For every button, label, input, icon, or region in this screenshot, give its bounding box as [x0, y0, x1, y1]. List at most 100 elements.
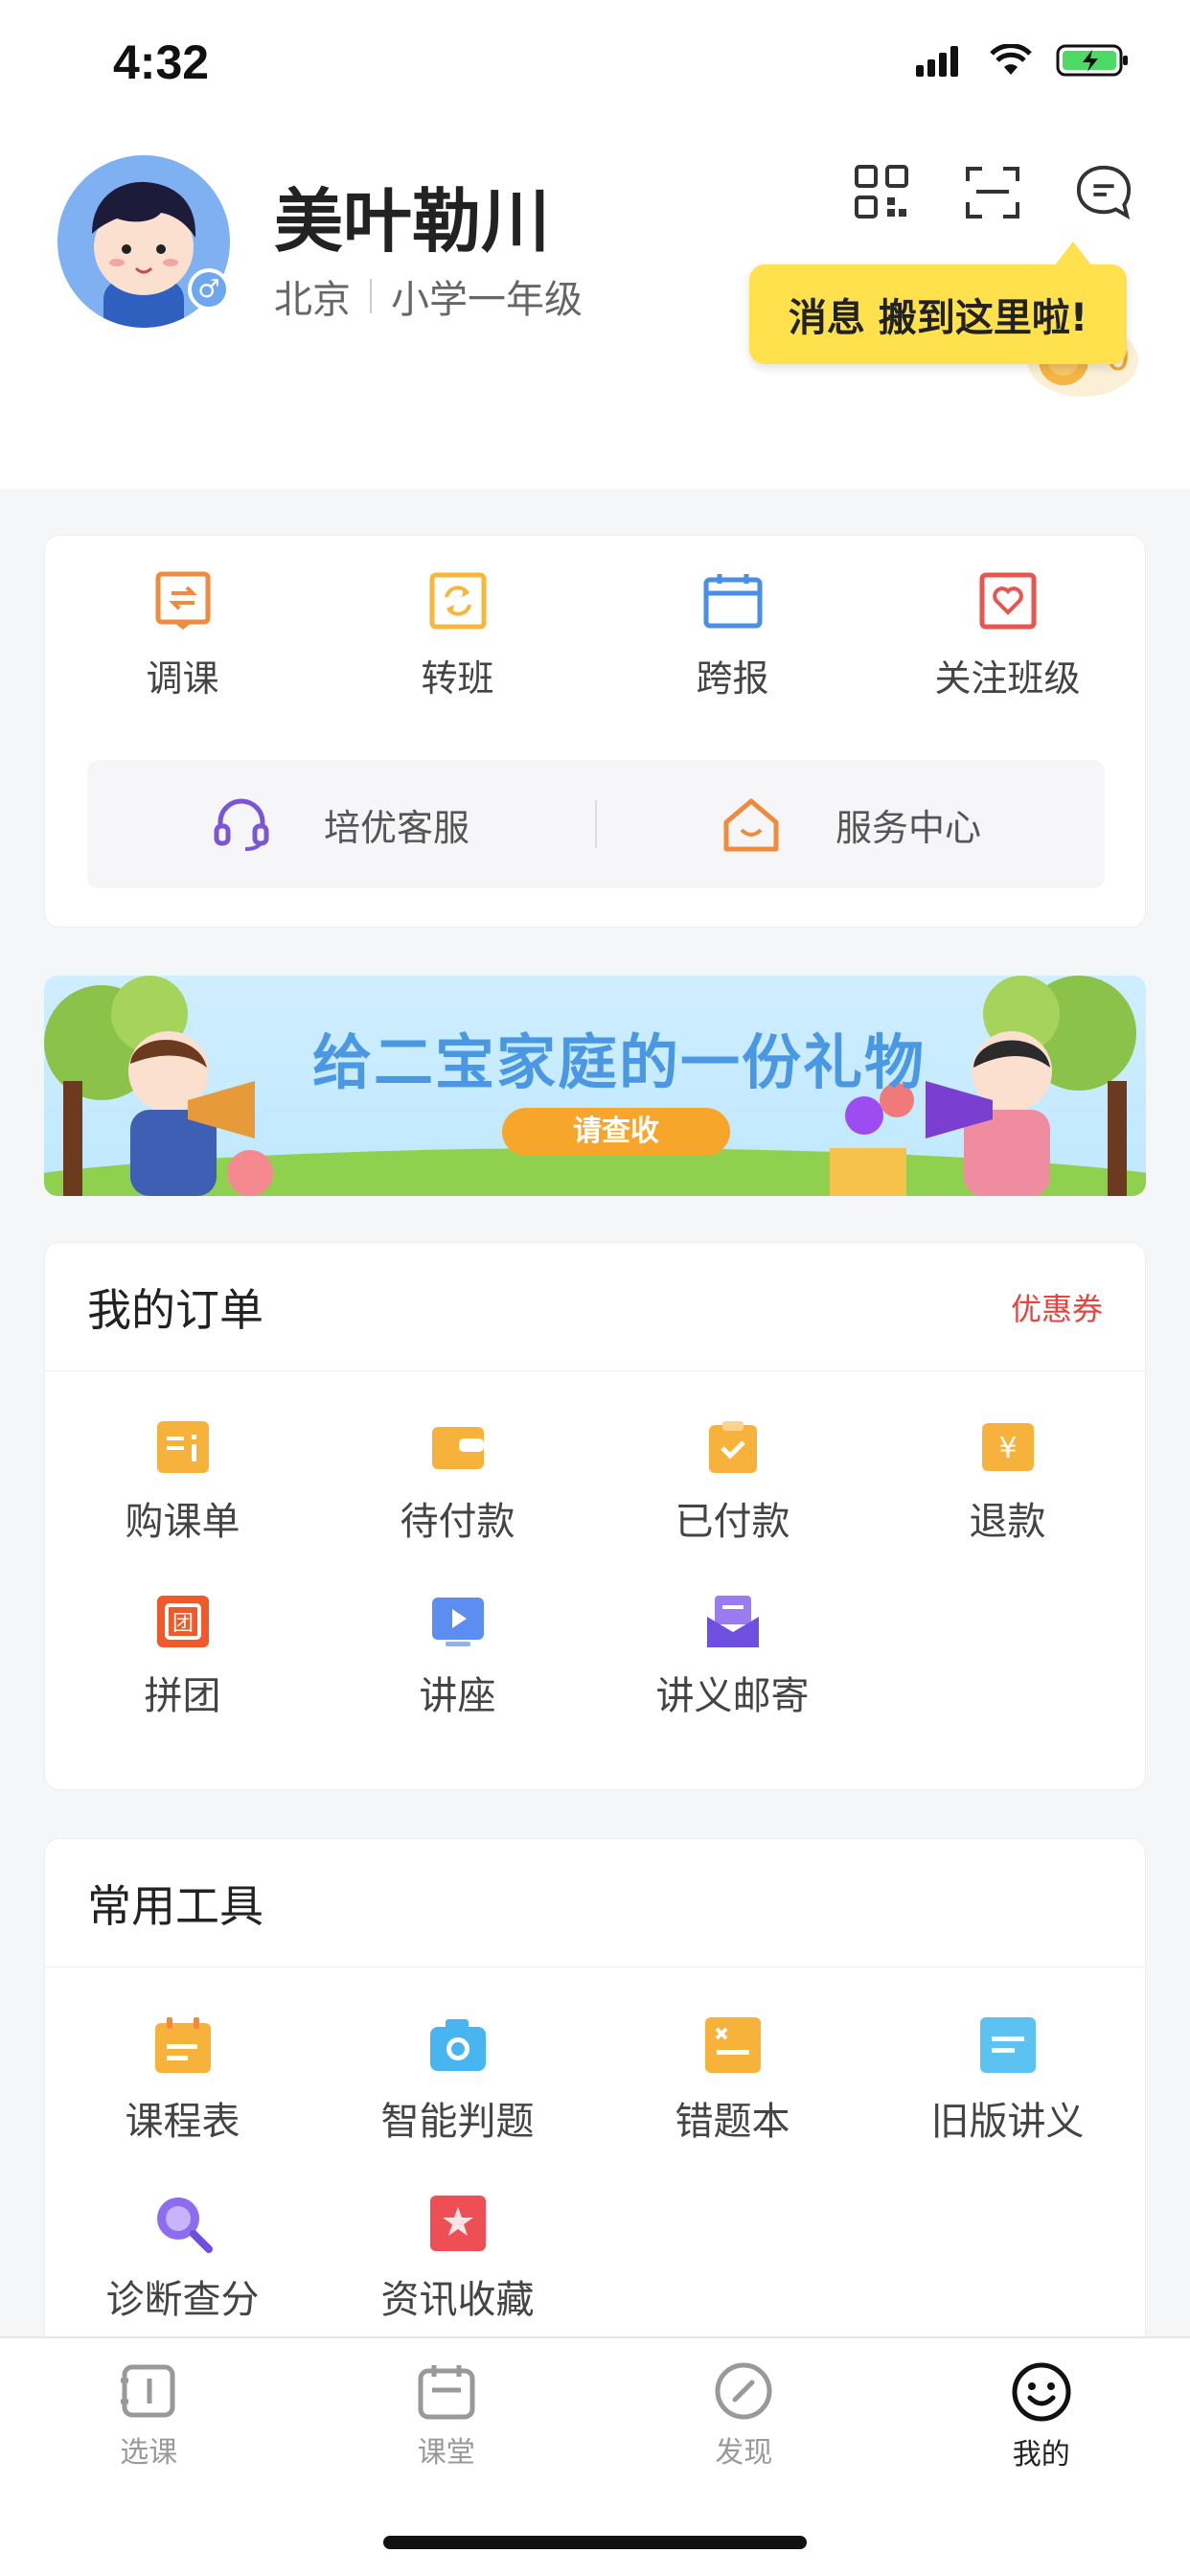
order-label: 已付款 — [675, 1500, 790, 1544]
order-paid[interactable]: 已付款 — [595, 1419, 870, 1546]
order-lecture[interactable]: 讲座 — [320, 1594, 595, 1720]
old-handout-icon — [979, 2017, 1036, 2073]
star-favorite-icon — [429, 2196, 486, 2251]
scan-button[interactable] — [964, 163, 1021, 220]
order-label: 待付款 — [400, 1500, 515, 1544]
quick-action-adjust[interactable]: 调课 — [45, 570, 320, 702]
smile-profile-icon — [1012, 2362, 1071, 2422]
order-handout-mail[interactable]: 讲义邮寄 — [595, 1594, 870, 1720]
heart-card-icon — [979, 572, 1036, 630]
service-bar: 培优客服 服务中心 — [87, 760, 1105, 888]
service-center-button[interactable]: 服务中心 — [597, 795, 1105, 853]
order-refund[interactable]: ¥ 退款 — [870, 1419, 1145, 1546]
customer-support-label: 培优客服 — [323, 806, 469, 849]
schedule-icon — [154, 2017, 211, 2073]
order-group-buy[interactable]: 团 拼团 — [45, 1594, 320, 1720]
tools-row-2: 诊断查分 资讯收藏 — [45, 2146, 1145, 2324]
user-city: 北京 — [274, 278, 351, 322]
paid-check-icon — [708, 1421, 757, 1473]
user-name[interactable]: 美叶勒川 — [274, 165, 550, 265]
status-bar: 4:32 — [0, 0, 1190, 125]
group-buy-icon: 团 — [156, 1596, 209, 1647]
tool-old-handout[interactable]: 旧版讲义 — [870, 2015, 1145, 2146]
message-button[interactable] — [1075, 163, 1133, 220]
signal-icon — [916, 46, 958, 77]
tab-label: 选课 — [120, 2436, 178, 2470]
service-center-label: 服务中心 — [835, 806, 981, 849]
order-label: 退款 — [969, 1500, 1046, 1544]
banner-title: 给二宝家庭的一份礼物 — [311, 1027, 926, 1097]
quick-action-label: 调课 — [146, 657, 219, 700]
tool-smart-grading[interactable]: 智能判题 — [320, 2015, 595, 2146]
coupon-link[interactable]: 优惠券 — [1011, 1285, 1103, 1329]
quick-action-label: 转班 — [421, 657, 494, 700]
svg-text:团: 团 — [172, 1612, 193, 1636]
tab-course-select[interactable]: 选课 — [0, 2361, 298, 2472]
message-icon — [1076, 165, 1132, 220]
tool-wrong-book[interactable]: 错题本 — [595, 2015, 870, 2146]
tab-label: 发现 — [715, 2436, 773, 2470]
tools-title: 常用工具 — [87, 1879, 263, 1932]
qr-code-icon — [855, 165, 908, 218]
message-moved-tooltip[interactable]: 消息 搬到这里啦! — [749, 242, 1127, 364]
camera-icon — [429, 2019, 486, 2071]
tool-diagnose-score[interactable]: 诊断查分 — [45, 2194, 320, 2324]
adjust-class-icon — [155, 571, 210, 630]
tool-label: 旧版讲义 — [930, 2100, 1085, 2144]
tool-label: 错题本 — [675, 2100, 790, 2144]
quick-action-transfer[interactable]: 转班 — [320, 570, 595, 702]
quick-actions-row: 调课 转班 跨报 关注班级 — [45, 536, 1145, 702]
wifi-icon — [990, 44, 1032, 75]
order-label: 讲座 — [419, 1674, 496, 1718]
tool-label: 课程表 — [125, 2100, 240, 2144]
qr-code-button[interactable] — [853, 163, 910, 220]
svg-text:¥: ¥ — [998, 1432, 1017, 1465]
orders-row-1: 购课单 待付款 已付款 ¥ 退款 — [45, 1371, 1145, 1546]
tab-label: 我的 — [1012, 2438, 1070, 2472]
quick-action-follow-class[interactable]: 关注班级 — [870, 570, 1145, 702]
refund-yen-icon: ¥ — [981, 1423, 1034, 1471]
tool-news-favorites[interactable]: 资讯收藏 — [320, 2194, 595, 2324]
status-icons — [916, 42, 1131, 79]
battery-charging-icon — [1056, 44, 1128, 77]
my-orders-card: 我的订单 优惠券 购课单 待付款 已付款 ¥ 退款 团 拼团 讲座 讲义邮寄 — [44, 1242, 1146, 1790]
classroom-icon — [418, 2365, 475, 2420]
wallet-icon — [431, 1427, 484, 1469]
home-indicator[interactable] — [383, 2536, 807, 2549]
mail-handout-icon — [706, 1596, 759, 1647]
tab-label: 课堂 — [417, 2436, 475, 2470]
order-pending-payment[interactable]: 待付款 — [320, 1419, 595, 1546]
order-label: 讲义邮寄 — [655, 1674, 810, 1718]
tab-mine[interactable]: 我的 — [893, 2361, 1190, 2472]
empty-cell — [870, 1594, 1145, 1720]
quick-action-label: 跨报 — [696, 657, 769, 700]
banner-claim-button[interactable]: 请查收 — [502, 1108, 730, 1156]
wrong-book-icon — [704, 2017, 761, 2073]
quick-action-cross-enroll[interactable]: 跨报 — [595, 570, 870, 702]
status-time: 4:32 — [113, 35, 210, 89]
house-smile-icon — [723, 798, 779, 852]
order-label: 拼团 — [144, 1674, 221, 1718]
headset-icon — [214, 798, 269, 851]
user-grade: 小学一年级 — [391, 278, 583, 322]
tool-schedule[interactable]: 课程表 — [45, 2015, 320, 2146]
orders-title: 我的订单 — [87, 1283, 263, 1336]
orders-row-2: 团 拼团 讲座 讲义邮寄 — [45, 1546, 1145, 1720]
cart-list-icon — [156, 1421, 209, 1473]
tool-label: 资讯收藏 — [380, 2278, 535, 2322]
promo-banner[interactable]: 给二宝家庭的一份礼物 请查收 — [44, 976, 1146, 1196]
discover-compass-icon — [715, 2362, 772, 2420]
order-cart-list[interactable]: 购课单 — [45, 1419, 320, 1546]
common-tools-card: 常用工具 课程表 智能判题 错题本 旧版讲义 诊断查分 资讯收藏 — [44, 1838, 1146, 2356]
scan-icon — [966, 167, 1019, 218]
search-score-icon — [156, 2197, 213, 2253]
calendar-icon — [703, 574, 762, 629]
tab-classroom[interactable]: 课堂 — [298, 2361, 596, 2472]
tab-discover[interactable]: 发现 — [595, 2361, 893, 2472]
customer-support-button[interactable]: 培优客服 — [87, 795, 595, 853]
order-label: 购课单 — [125, 1500, 240, 1544]
course-select-icon — [121, 2364, 175, 2418]
tool-label: 智能判题 — [380, 2100, 535, 2144]
quick-action-label: 关注班级 — [934, 657, 1081, 700]
lecture-play-icon — [431, 1598, 484, 1646]
